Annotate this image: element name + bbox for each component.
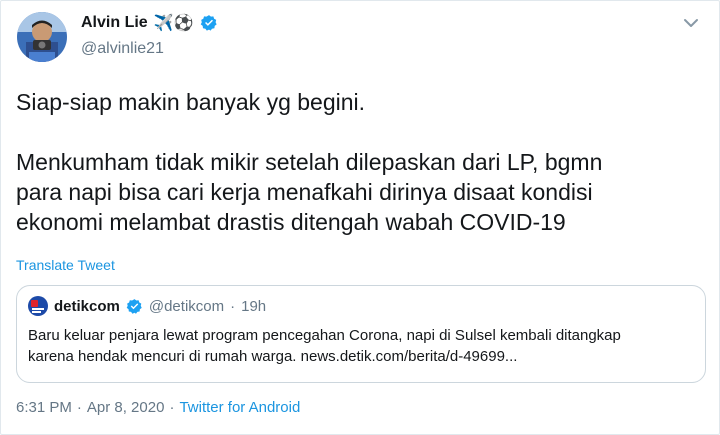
translate-tweet-link[interactable]: Translate Tweet (16, 257, 115, 273)
quoted-tweet[interactable]: detikcom @detikcom · 19h Baru keluar pen… (16, 285, 706, 383)
footer-separator-2: · (169, 399, 175, 416)
quoted-user-name: detikcom (54, 297, 120, 315)
chevron-down-icon[interactable] (679, 11, 703, 35)
tweet-line-1: Siap-siap makin banyak yg begini. (16, 89, 366, 115)
verified-badge-icon (200, 15, 217, 31)
detikcom-logo-icon (28, 296, 48, 316)
user-handle[interactable]: @alvinlie21 (81, 40, 164, 58)
tweet-footer: 6:31 PM · Apr 8, 2020 · Twitter for Andr… (16, 399, 300, 416)
user-avatar[interactable] (17, 12, 67, 62)
tweet-time[interactable]: 6:31 PM (16, 399, 72, 416)
airplane-football-emoji: ✈️⚽ (153, 13, 194, 32)
tweet-paragraph-2: Menkumham tidak mikir setelah dilepaskan… (16, 149, 603, 235)
quoted-separator: · (230, 297, 236, 315)
user-name[interactable]: Alvin Lie (81, 14, 148, 32)
tweet-card: Alvin Lie ✈️⚽ @alvinlie21 Siap-siap maki… (0, 0, 720, 435)
quoted-verified-badge-icon (126, 298, 142, 314)
tweet-source-link[interactable]: Twitter for Android (179, 399, 300, 416)
quoted-time: 19h (241, 297, 267, 315)
quoted-user-handle: @detikcom (148, 297, 225, 315)
tweet-text: Siap-siap makin banyak yg begini. Menkum… (16, 87, 706, 237)
quoted-text: Baru keluar penjara lewat program penceg… (28, 327, 621, 365)
footer-separator: · (76, 399, 82, 416)
tweet-date[interactable]: Apr 8, 2020 (87, 399, 165, 416)
